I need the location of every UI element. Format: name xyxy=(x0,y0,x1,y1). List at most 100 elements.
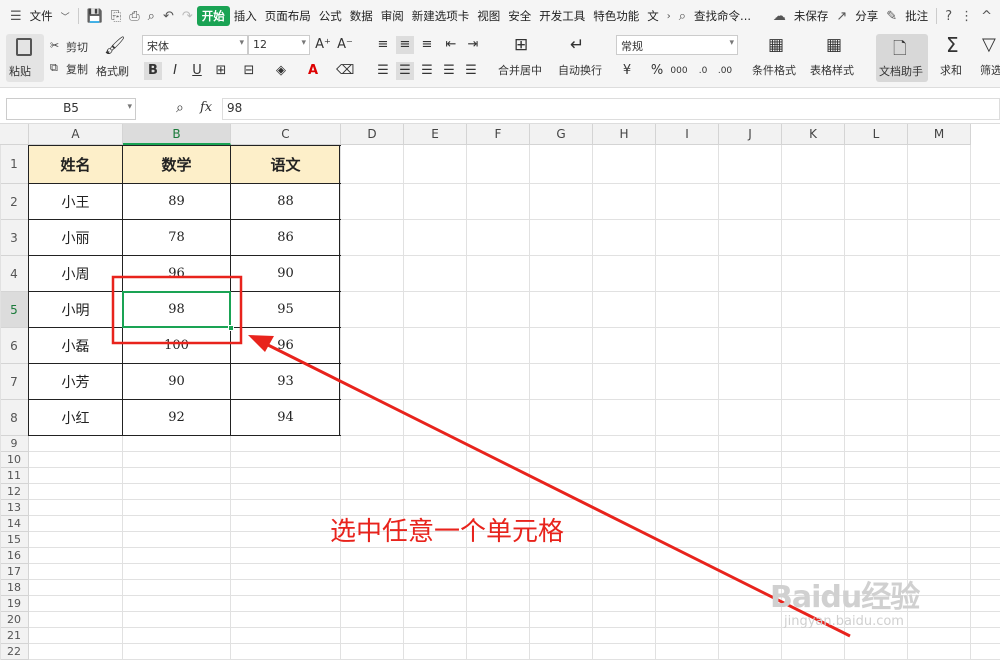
save-icon[interactable]: 💾 xyxy=(83,9,107,24)
sum-button[interactable]: 求和 xyxy=(940,62,962,78)
align-right-icon[interactable]: ☰ xyxy=(418,62,436,80)
row-header-17[interactable]: 17 xyxy=(0,564,29,580)
menu-home[interactable]: 开始 xyxy=(196,6,230,26)
table-style-button[interactable]: 表格样式 xyxy=(810,62,854,78)
zoom-formula-icon[interactable]: ⌕ xyxy=(176,100,184,116)
formula-input[interactable]: 98 xyxy=(222,98,1000,120)
table-cell[interactable]: 90 xyxy=(123,364,230,399)
search-command-input[interactable]: 查找命令... xyxy=(690,8,755,24)
column-header-A[interactable]: A xyxy=(29,124,123,145)
collapse-icon[interactable]: ^ xyxy=(977,9,996,24)
chevron-right-icon[interactable]: › xyxy=(663,11,675,22)
row-header-8[interactable]: 8 xyxy=(0,400,29,436)
select-all-corner[interactable] xyxy=(0,124,29,145)
merge-center-icon[interactable]: ⊞ xyxy=(514,35,528,55)
conditional-format-icon[interactable]: ▦ xyxy=(768,35,784,55)
undo-icon[interactable]: ↶ xyxy=(159,9,178,24)
table-cell[interactable]: 96 xyxy=(231,328,340,363)
column-header-K[interactable]: K xyxy=(782,124,845,145)
row-header-18[interactable]: 18 xyxy=(0,580,29,596)
row-header-11[interactable]: 11 xyxy=(0,468,29,484)
row-header-7[interactable]: 7 xyxy=(0,364,29,400)
align-middle-icon[interactable]: ≡ xyxy=(396,36,414,54)
menu-developer[interactable]: 开发工具 xyxy=(535,8,589,24)
menu-formula[interactable]: 公式 xyxy=(315,8,346,24)
table-cell[interactable]: 93 xyxy=(231,364,340,399)
distributed-icon[interactable]: ☰ xyxy=(462,62,480,80)
table-header-cell[interactable]: 语文 xyxy=(231,145,340,183)
table-cell[interactable]: 小磊 xyxy=(29,328,122,363)
underline-button[interactable]: U xyxy=(188,62,206,80)
border-icon[interactable]: ⊞ xyxy=(212,62,230,80)
menu-security[interactable]: 安全 xyxy=(504,8,535,24)
thousands-icon[interactable]: 000 xyxy=(670,62,688,80)
hamburger-menu-icon[interactable]: ☰ xyxy=(6,9,26,24)
column-header-G[interactable]: G xyxy=(530,124,593,145)
column-header-J[interactable]: J xyxy=(719,124,782,145)
row-header-15[interactable]: 15 xyxy=(0,532,29,548)
menu-more[interactable]: 文 xyxy=(643,8,663,24)
table-cell[interactable]: 94 xyxy=(231,400,340,435)
table-cell[interactable]: 88 xyxy=(231,184,340,219)
font-name-select[interactable]: 宋体 ▾ xyxy=(142,35,248,55)
menu-insert[interactable]: 插入 xyxy=(230,8,261,24)
copy-button[interactable]: 复制 xyxy=(66,61,88,77)
export-icon[interactable]: ⎘ xyxy=(107,9,125,24)
indent-increase-icon[interactable]: ⇥ xyxy=(464,36,482,54)
table-cell[interactable]: 92 xyxy=(123,400,230,435)
table-cell[interactable]: 100 xyxy=(123,328,230,363)
row-header-10[interactable]: 10 xyxy=(0,452,29,468)
share-button[interactable]: 分享 xyxy=(851,8,882,24)
row-header-4[interactable]: 4 xyxy=(0,256,29,292)
increase-font-icon[interactable]: A⁺ xyxy=(314,36,332,54)
merge-border-icon[interactable]: ⊟ xyxy=(240,62,258,80)
table-cell[interactable]: 78 xyxy=(123,220,230,255)
clear-icon[interactable]: ⌫ xyxy=(336,62,354,80)
table-cell[interactable]: 小红 xyxy=(29,400,122,435)
copy-icon[interactable]: ⧉ xyxy=(50,61,58,75)
align-bottom-icon[interactable]: ≡ xyxy=(418,36,436,54)
filter-icon[interactable]: ▽ xyxy=(982,34,996,55)
row-header-16[interactable]: 16 xyxy=(0,548,29,564)
merge-center-button[interactable]: 合并居中 xyxy=(498,62,542,78)
cut-icon[interactable]: ✂ xyxy=(50,39,59,52)
table-cell[interactable]: 95 xyxy=(231,292,340,327)
unsaved-status[interactable]: 未保存 xyxy=(790,8,833,24)
format-painter-icon[interactable]: 🖌 xyxy=(104,36,126,56)
row-header-6[interactable]: 6 xyxy=(0,328,29,364)
font-color-icon[interactable]: A xyxy=(304,62,322,80)
conditional-format-button[interactable]: 条件格式 xyxy=(752,62,796,78)
decrease-decimal-icon[interactable]: .00 xyxy=(716,62,734,80)
row-header-22[interactable]: 22 xyxy=(0,644,29,660)
number-format-select[interactable]: 常规 ▾ xyxy=(616,35,738,55)
print-preview-icon[interactable]: ⌕ xyxy=(144,9,159,24)
fill-color-icon[interactable]: ◈ xyxy=(272,62,290,80)
row-header-12[interactable]: 12 xyxy=(0,484,29,500)
table-cell[interactable]: 89 xyxy=(123,184,230,219)
italic-button[interactable]: I xyxy=(166,62,184,80)
row-header-9[interactable]: 9 xyxy=(0,436,29,452)
table-style-icon[interactable]: ▦ xyxy=(826,35,842,55)
cut-button[interactable]: 剪切 xyxy=(66,39,88,55)
comment-button[interactable]: 批注 xyxy=(901,8,932,24)
align-center-icon[interactable]: ☰ xyxy=(396,62,414,80)
table-cell[interactable]: 96 xyxy=(123,256,230,291)
column-header-E[interactable]: E xyxy=(404,124,467,145)
column-header-I[interactable]: I xyxy=(656,124,719,145)
table-cell[interactable]: 小周 xyxy=(29,256,122,291)
column-header-L[interactable]: L xyxy=(845,124,908,145)
decrease-font-icon[interactable]: A⁻ xyxy=(336,36,354,54)
percent-icon[interactable]: % xyxy=(648,62,666,80)
wrap-text-button[interactable]: 自动换行 xyxy=(558,62,602,78)
row-header-14[interactable]: 14 xyxy=(0,516,29,532)
name-box[interactable]: B5 ▾ xyxy=(6,98,136,120)
row-header-19[interactable]: 19 xyxy=(0,596,29,612)
menu-data[interactable]: 数据 xyxy=(346,8,377,24)
row-header-21[interactable]: 21 xyxy=(0,628,29,644)
align-top-icon[interactable]: ≡ xyxy=(374,36,392,54)
table-cell[interactable]: 小明 xyxy=(29,292,122,327)
currency-icon[interactable]: ¥ xyxy=(618,62,636,80)
indent-decrease-icon[interactable]: ⇤ xyxy=(442,36,460,54)
table-cell[interactable]: 86 xyxy=(231,220,340,255)
column-header-F[interactable]: F xyxy=(467,124,530,145)
